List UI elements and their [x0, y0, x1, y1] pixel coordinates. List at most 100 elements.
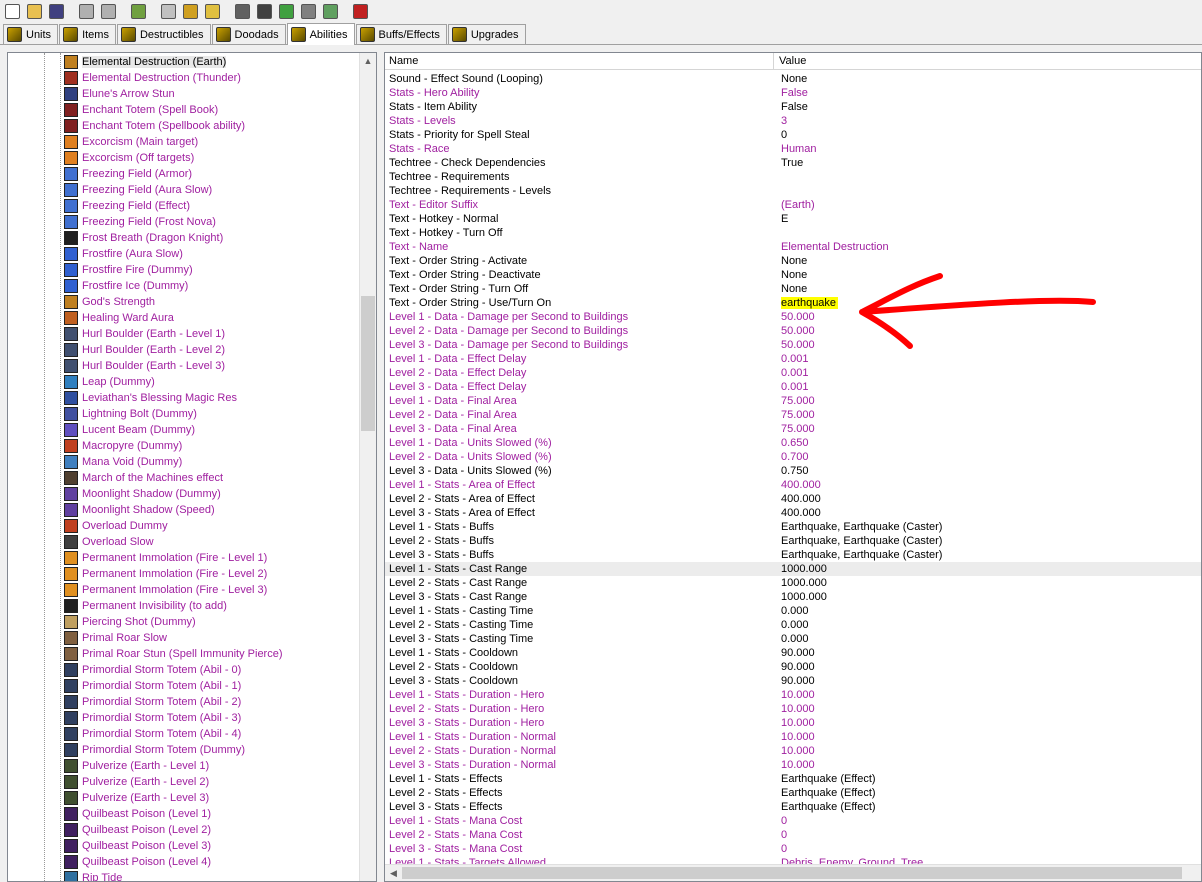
- field-value[interactable]: 50.000: [781, 338, 1201, 352]
- tree-item[interactable]: Mana Void (Dummy): [64, 454, 182, 470]
- tab-units[interactable]: Units: [3, 24, 59, 44]
- tree-item[interactable]: Elemental Destruction (Earth): [64, 54, 227, 70]
- field-value[interactable]: 0.001: [781, 380, 1201, 394]
- field-value[interactable]: 10.000: [781, 730, 1201, 744]
- table-row[interactable]: Level 2 - Stats - Effects Earthquake (Eff…: [385, 786, 1201, 800]
- object-button[interactable]: [254, 1, 274, 21]
- tree-item[interactable]: Healing Ward Aura: [64, 310, 174, 326]
- grid-horizontal-scrollbar[interactable]: ◀: [385, 864, 1201, 881]
- field-value[interactable]: 0.001: [781, 366, 1201, 380]
- tree-item[interactable]: Pulverize (Earth - Level 1): [64, 758, 209, 774]
- tab-doodads[interactable]: Doodads: [211, 24, 286, 44]
- table-row[interactable]: Level 1 - Data - Final Area 75.000: [385, 394, 1201, 408]
- ability-tree-panel[interactable]: Elemental Destruction (Earth) Elemental D…: [7, 52, 377, 882]
- table-row[interactable]: Level 1 - Stats - Mana Cost 0: [385, 814, 1201, 828]
- tree-item[interactable]: Enchant Totem (Spell Book): [64, 102, 218, 118]
- tree-item[interactable]: Piercing Shot (Dummy): [64, 614, 196, 630]
- field-value[interactable]: Earthquake (Effect): [781, 786, 1201, 800]
- tree-item[interactable]: March of the Machines effect: [64, 470, 223, 486]
- field-value[interactable]: (Earth): [781, 198, 1201, 212]
- table-row[interactable]: Stats - Hero Ability False: [385, 86, 1201, 100]
- table-row[interactable]: Level 1 - Stats - Duration - Hero 10.000: [385, 688, 1201, 702]
- table-row[interactable]: Level 3 - Data - Effect Delay 0.001: [385, 380, 1201, 394]
- tree-item[interactable]: Frost Breath (Dragon Knight): [64, 230, 223, 246]
- field-value[interactable]: 75.000: [781, 394, 1201, 408]
- copy-button[interactable]: [76, 1, 96, 21]
- tree-item[interactable]: Primordial Storm Totem (Abil - 0): [64, 662, 241, 678]
- tree-item[interactable]: Permanent Immolation (Fire - Level 3): [64, 582, 267, 598]
- field-value[interactable]: earthquake: [781, 296, 1201, 310]
- field-value[interactable]: True: [781, 156, 1201, 170]
- tree-item[interactable]: Primal Roar Stun (Spell Immunity Pierce): [64, 646, 283, 662]
- new-button[interactable]: [2, 1, 22, 21]
- table-row[interactable]: Level 2 - Stats - Cooldown 90.000: [385, 660, 1201, 674]
- field-value[interactable]: False: [781, 100, 1201, 114]
- table-row[interactable]: Techtree - Requirements: [385, 170, 1201, 184]
- tree-item[interactable]: Overload Slow: [64, 534, 154, 550]
- field-value[interactable]: 1000.000: [781, 576, 1201, 590]
- ai-button[interactable]: [276, 1, 296, 21]
- tree-item[interactable]: Freezing Field (Aura Slow): [64, 182, 212, 198]
- field-value[interactable]: Elemental Destruction: [781, 240, 1201, 254]
- tree-item[interactable]: Pulverize (Earth - Level 2): [64, 774, 209, 790]
- table-row[interactable]: Level 1 - Stats - Duration - Normal 10.00…: [385, 730, 1201, 744]
- table-row[interactable]: Text - Hotkey - Normal E: [385, 212, 1201, 226]
- table-row[interactable]: Level 1 - Stats - Cooldown 90.000: [385, 646, 1201, 660]
- table-row[interactable]: Level 2 - Stats - Cast Range 1000.000: [385, 576, 1201, 590]
- table-row[interactable]: Text - Order String - Use/Turn On earthqu…: [385, 296, 1201, 310]
- tree-item[interactable]: Excorcism (Off targets): [64, 150, 194, 166]
- field-value[interactable]: 0.000: [781, 618, 1201, 632]
- tree-item[interactable]: Primordial Storm Totem (Abil - 3): [64, 710, 241, 726]
- tree-item[interactable]: Lucent Beam (Dummy): [64, 422, 195, 438]
- tree-item[interactable]: God's Strength: [64, 294, 155, 310]
- tree-item[interactable]: Frostfire (Aura Slow): [64, 246, 183, 262]
- scroll-up-arrow-icon[interactable]: ▲: [360, 53, 376, 70]
- table-row[interactable]: Level 2 - Stats - Buffs Earthquake, Earth…: [385, 534, 1201, 548]
- field-value[interactable]: 0: [781, 128, 1201, 142]
- table-row[interactable]: Level 1 - Stats - Buffs Earthquake, Earth…: [385, 520, 1201, 534]
- field-value[interactable]: 0.700: [781, 450, 1201, 464]
- table-row[interactable]: Level 1 - Stats - Effects Earthquake (Eff…: [385, 772, 1201, 786]
- table-row[interactable]: Stats - Levels 3: [385, 114, 1201, 128]
- field-value[interactable]: None: [781, 282, 1201, 296]
- item-button[interactable]: [180, 1, 200, 21]
- table-row[interactable]: Sound - Effect Sound (Looping) None: [385, 72, 1201, 86]
- field-value[interactable]: Earthquake (Effect): [781, 800, 1201, 814]
- table-row[interactable]: Techtree - Check Dependencies True: [385, 156, 1201, 170]
- field-value[interactable]: 10.000: [781, 744, 1201, 758]
- tab-destructibles[interactable]: Destructibles: [116, 24, 211, 44]
- field-value[interactable]: 10.000: [781, 688, 1201, 702]
- tree-item[interactable]: Primordial Storm Totem (Abil - 1): [64, 678, 241, 694]
- tree-item[interactable]: Freezing Field (Armor): [64, 166, 192, 182]
- tab-items[interactable]: Items: [59, 24, 116, 44]
- tree-item[interactable]: Enchant Totem (Spellbook ability): [64, 118, 245, 134]
- table-row[interactable]: Level 3 - Stats - Duration - Normal 10.00…: [385, 758, 1201, 772]
- tree-item[interactable]: Overload Dummy: [64, 518, 168, 534]
- tree-item[interactable]: Freezing Field (Frost Nova): [64, 214, 216, 230]
- field-value[interactable]: 400.000: [781, 478, 1201, 492]
- table-row[interactable]: Level 3 - Stats - Duration - Hero 10.000: [385, 716, 1201, 730]
- field-value[interactable]: 0: [781, 814, 1201, 828]
- field-value[interactable]: 50.000: [781, 310, 1201, 324]
- field-value[interactable]: 75.000: [781, 422, 1201, 436]
- tree-item[interactable]: Elune's Arrow Stun: [64, 86, 175, 102]
- field-value[interactable]: 3: [781, 114, 1201, 128]
- tree-item[interactable]: Primordial Storm Totem (Abil - 2): [64, 694, 241, 710]
- table-row[interactable]: Techtree - Requirements - Levels: [385, 184, 1201, 198]
- trigger-button[interactable]: [232, 1, 252, 21]
- field-value[interactable]: Earthquake (Effect): [781, 772, 1201, 786]
- table-row[interactable]: Text - Hotkey - Turn Off: [385, 226, 1201, 240]
- field-value[interactable]: Human: [781, 142, 1201, 156]
- tab-upgrades[interactable]: Upgrades: [447, 24, 526, 44]
- field-value[interactable]: Earthquake, Earthquake (Caster): [781, 548, 1201, 562]
- field-value[interactable]: 1000.000: [781, 590, 1201, 604]
- table-row[interactable]: Stats - Priority for Spell Steal 0: [385, 128, 1201, 142]
- field-value[interactable]: None: [781, 72, 1201, 86]
- field-value[interactable]: 0.750: [781, 464, 1201, 478]
- exit-button[interactable]: [350, 1, 370, 21]
- tree-item[interactable]: Macropyre (Dummy): [64, 438, 182, 454]
- table-row[interactable]: Level 3 - Stats - Cast Range 1000.000: [385, 590, 1201, 604]
- table-row[interactable]: Level 2 - Stats - Duration - Normal 10.00…: [385, 744, 1201, 758]
- field-value[interactable]: 0.000: [781, 604, 1201, 618]
- field-value[interactable]: False: [781, 86, 1201, 100]
